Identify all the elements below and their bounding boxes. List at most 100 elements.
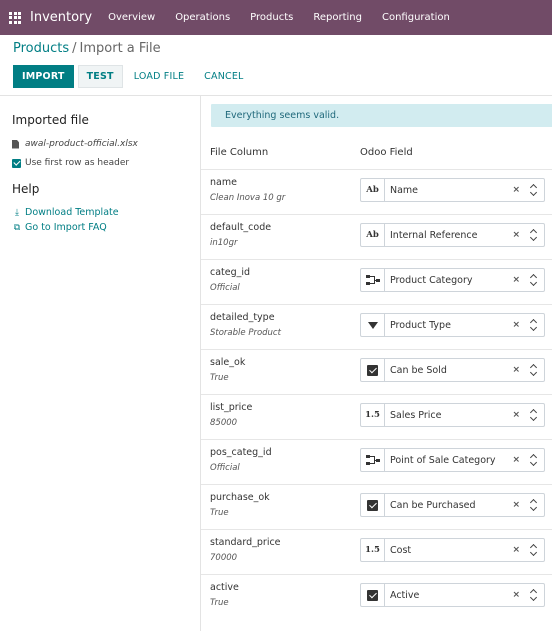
clear-icon[interactable]: × [512,275,520,285]
breadcrumb-products[interactable]: Products [13,41,69,56]
column-sample: Official [210,283,240,293]
column-name: sale_ok [210,357,246,368]
imported-file-name: awal-product-official.xlsx [12,139,138,149]
file-column-cell: standard_price 70000 [210,537,281,563]
column-sample: 85000 [210,418,238,428]
clear-icon[interactable]: × [512,590,520,600]
header-row-checkbox[interactable] [12,158,21,168]
odoo-field-select[interactable]: Product Category × [360,268,545,292]
menu-reporting[interactable]: Reporting [313,12,362,23]
odoo-field-label: Name [390,184,419,196]
column-name: standard_price [210,537,281,548]
number-icon: 1.5 [361,539,385,561]
chevron-updown-icon[interactable] [529,228,538,242]
file-column-cell: default_code in10gr [210,222,271,248]
column-sample: 70000 [210,553,238,563]
odoo-field-select[interactable]: Can be Purchased × [360,493,545,517]
file-column-cell: pos_categ_id Official [210,447,272,473]
test-button[interactable]: TEST [77,65,123,88]
file-column-cell: detailed_type Storable Product [210,312,281,338]
table-row: pos_categ_id Official Point of Sale Catego… [201,439,552,484]
file-column-cell: name Clean Inova 10 gr [210,177,285,203]
cancel-button[interactable]: CANCEL [195,65,252,88]
odoo-field-select[interactable]: Point of Sale Category × [360,448,545,472]
chevron-updown-icon[interactable] [529,363,538,377]
table-row: active True Active × [201,574,552,619]
table-row: categ_id Official Product Category × [201,259,552,304]
column-name: categ_id [210,267,251,278]
odoo-field-select[interactable]: Active × [360,583,545,607]
odoo-field-select[interactable]: 1.5 Sales Price × [360,403,545,427]
column-sample: Clean Inova 10 gr [210,193,286,203]
clear-icon[interactable]: × [512,545,520,555]
odoo-field-select[interactable]: Product Type × [360,313,545,337]
column-sample: True [210,508,229,518]
number-icon: 1.5 [361,404,385,426]
odoo-field-label: Active [390,589,420,601]
app-name[interactable]: Inventory [30,10,92,25]
download-template-label: Download Template [25,207,119,218]
checkbox-icon [361,494,385,516]
clear-icon[interactable]: × [512,500,520,510]
table-row: standard_price 70000 1.5 Cost × [201,529,552,574]
odoo-field-select[interactable]: 1.5 Cost × [360,538,545,562]
clear-icon[interactable]: × [512,365,520,375]
field-type-label: 1.5 [365,545,380,555]
text-icon: Ab [361,179,385,201]
odoo-field-label: Can be Sold [390,364,447,376]
selection-icon [361,314,385,336]
download-template-link[interactable]: ⤓ Download Template [12,207,119,218]
import-faq-link[interactable]: ⧉ Go to Import FAQ [12,222,107,233]
clear-icon[interactable]: × [512,320,520,330]
text-icon: Ab [361,224,385,246]
chevron-updown-icon[interactable] [529,498,538,512]
clear-icon[interactable]: × [512,455,520,465]
odoo-field-select[interactable]: Can be Sold × [360,358,545,382]
top-navbar: Inventory Overview Operations Products R… [0,0,552,35]
odoo-field-header: Odoo Field [360,147,413,158]
clear-icon[interactable]: × [512,410,520,420]
chevron-updown-icon[interactable] [529,588,538,602]
file-column-header: File Column [210,147,269,158]
chevron-updown-icon[interactable] [529,408,538,422]
checkbox-icon [361,584,385,606]
file-column-cell: purchase_ok True [210,492,270,518]
menu-overview[interactable]: Overview [108,12,155,23]
import-preview: Everything seems valid. File Column Odoo… [200,96,552,631]
odoo-field-label: Product Type [390,319,451,331]
checkbox-icon [361,359,385,381]
column-sample: True [210,373,229,383]
breadcrumb: Products / Import a File [13,41,161,56]
odoo-field-label: Cost [390,544,412,556]
column-name: detailed_type [210,312,275,323]
chevron-updown-icon[interactable] [529,318,538,332]
clear-icon[interactable]: × [512,185,520,195]
file-column-cell: active True [210,582,239,608]
menu-configuration[interactable]: Configuration [382,12,450,23]
load-file-button[interactable]: LOAD FILE [125,65,193,88]
odoo-field-select[interactable]: Ab Name × [360,178,545,202]
menu-operations[interactable]: Operations [175,12,230,23]
import-sidebar: Imported file awal-product-official.xlsx… [0,96,200,631]
clear-icon[interactable]: × [512,230,520,240]
table-row: purchase_ok True Can be Purchased × [201,484,552,529]
chevron-updown-icon[interactable] [529,273,538,287]
file-name-label: awal-product-official.xlsx [25,139,138,149]
field-type-label: 1.5 [365,410,380,420]
menu-products[interactable]: Products [250,12,293,23]
chevron-updown-icon[interactable] [529,543,538,557]
table-row: list_price 85000 1.5 Sales Price × [201,394,552,439]
odoo-field-label: Internal Reference [390,229,478,241]
column-sample: Storable Product [210,328,281,338]
column-name: active [210,582,239,593]
header-row-label: Use first row as header [25,158,130,168]
column-name: list_price [210,402,253,413]
chevron-updown-icon[interactable] [529,183,538,197]
odoo-field-select[interactable]: Ab Internal Reference × [360,223,545,247]
header-row-option[interactable]: Use first row as header [12,158,129,168]
apps-menu-icon[interactable] [9,11,21,24]
chevron-updown-icon[interactable] [529,453,538,467]
import-button[interactable]: IMPORT [13,65,74,88]
help-title: Help [12,182,40,196]
odoo-field-label: Point of Sale Category [390,454,496,466]
